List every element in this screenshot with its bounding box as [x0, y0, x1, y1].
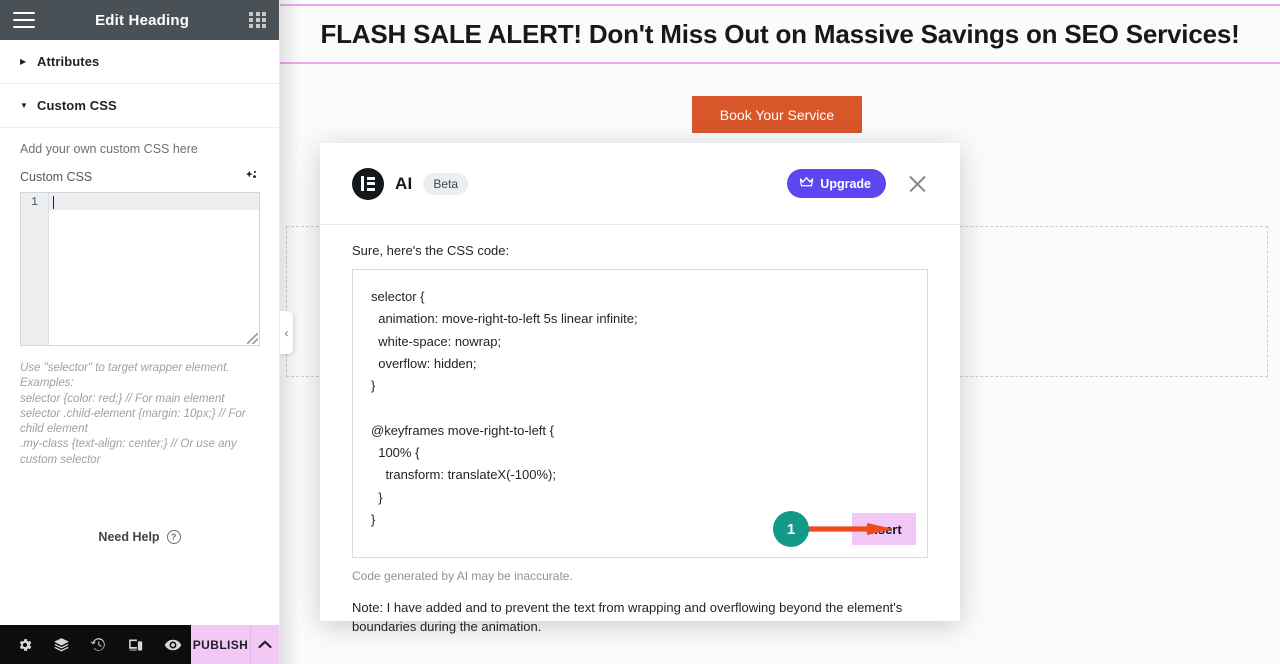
panel-collapse-handle[interactable]: ‹: [280, 311, 293, 354]
panel-footer-toolbar: PUBLISH: [0, 625, 279, 664]
modal-brand-name: AI: [395, 173, 413, 193]
editor-sidebar-panel: Edit Heading ▶ Attributes ▼ Custom CSS A…: [0, 0, 280, 664]
layers-navigator-icon[interactable]: [43, 625, 80, 664]
custom-css-hint: Add your own custom CSS here: [20, 142, 198, 156]
editor-resize-handle[interactable]: [247, 333, 258, 344]
modal-header-actions: Upgrade: [787, 169, 928, 198]
custom-css-content: Add your own custom CSS here Custom CSS …: [0, 128, 279, 545]
hamburger-icon[interactable]: [13, 12, 35, 28]
heading-widget[interactable]: FLASH SALE ALERT! Don't Miss Out on Mass…: [280, 4, 1280, 64]
need-help-label: Need Help: [98, 530, 160, 545]
need-help-link[interactable]: Need Help ?: [20, 530, 259, 545]
custom-css-field-label: Custom CSS: [20, 169, 93, 184]
ai-lead-text: Sure, here's the CSS code:: [352, 243, 510, 258]
example-line: selector .child-element {margin: 10px;} …: [20, 407, 246, 436]
example-line: Use "selector" to target wrapper element…: [20, 362, 230, 374]
upgrade-label: Upgrade: [820, 176, 871, 191]
question-mark-icon: ?: [166, 530, 181, 545]
example-line: Examples:: [20, 377, 74, 390]
modal-brand: AI Beta: [352, 167, 469, 200]
footer-icon-group: [0, 625, 191, 664]
chevron-right-icon: ▶: [20, 56, 27, 66]
editor-gutter: 1: [21, 193, 49, 345]
generated-code-card: selector { animation: move-right-to-left…: [352, 269, 928, 558]
custom-css-textarea[interactable]: [49, 193, 259, 345]
publish-options-chevron[interactable]: [250, 625, 279, 664]
custom-css-examples: Use "selector" to target wrapper element…: [20, 361, 258, 468]
ai-assistant-modal: AI Beta Upgrade Sure, here's the CSS cod…: [320, 143, 960, 634]
modal-body: Sure, here's the CSS code: selector { an…: [320, 225, 960, 636]
crown-icon: [799, 176, 814, 191]
line-number: 1: [31, 196, 38, 209]
section-attributes-label: Attributes: [37, 54, 100, 69]
example-line: selector {color: red;} // For main eleme…: [20, 392, 225, 405]
chevron-left-icon: ‹: [284, 325, 289, 340]
history-revisions-icon[interactable]: [80, 625, 117, 664]
generated-css-code: selector { animation: move-right-to-left…: [371, 289, 638, 527]
app-screen: FLASH SALE ALERT! Don't Miss Out on Mass…: [0, 0, 1280, 664]
panel-header: Edit Heading: [0, 0, 279, 40]
book-your-service-button[interactable]: Book Your Service: [692, 96, 862, 133]
close-x-icon[interactable]: [908, 174, 928, 194]
ai-note-text: Note: I have added and to prevent the te…: [352, 600, 903, 634]
right-arrow-annotation: [805, 523, 893, 535]
responsive-device-icon[interactable]: [117, 625, 154, 664]
section-attributes[interactable]: ▶ Attributes: [0, 40, 279, 84]
custom-css-field-header: Custom CSS: [20, 169, 259, 184]
chevron-down-icon: ▼: [20, 100, 28, 110]
apps-grid-icon[interactable]: [249, 11, 266, 29]
section-custom-css[interactable]: ▼ Custom CSS: [0, 84, 279, 128]
modal-header: AI Beta Upgrade: [320, 143, 960, 225]
text-caret: [53, 196, 54, 209]
beta-badge: Beta: [423, 172, 469, 195]
page-heading-text: FLASH SALE ALERT! Don't Miss Out on Mass…: [320, 18, 1240, 49]
publish-button[interactable]: PUBLISH: [191, 625, 251, 664]
ai-sparkle-icon[interactable]: [244, 169, 259, 184]
custom-css-editor[interactable]: 1: [20, 192, 260, 346]
panel-body: ▶ Attributes ▼ Custom CSS Add your own c…: [0, 40, 279, 625]
annotation-step-badge: 1: [773, 511, 809, 547]
ai-disclaimer: Code generated by AI may be inaccurate.: [352, 569, 573, 583]
active-line-highlight: [49, 193, 259, 210]
panel-title: Edit Heading: [95, 11, 190, 29]
settings-gear-icon[interactable]: [6, 625, 43, 664]
upgrade-button[interactable]: Upgrade: [787, 169, 886, 198]
elementor-logo-icon: [352, 167, 384, 200]
preview-eye-icon[interactable]: [154, 625, 191, 664]
example-line: .my-class {text-align: center;} // Or us…: [20, 438, 237, 466]
section-custom-css-label: Custom CSS: [37, 98, 117, 113]
